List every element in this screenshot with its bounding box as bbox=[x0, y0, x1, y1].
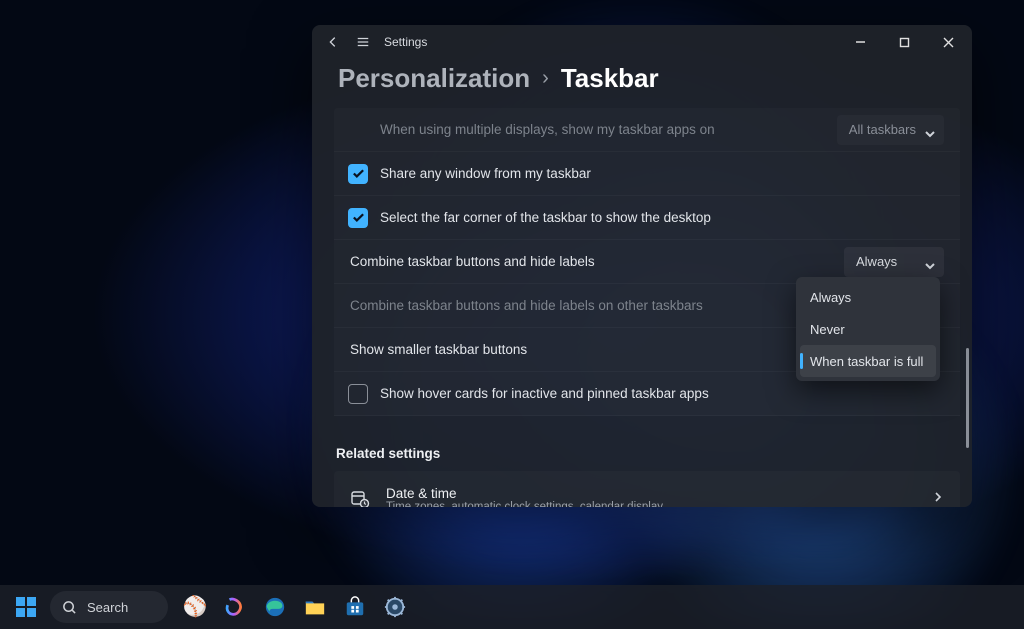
taskbar-sports-icon[interactable]: ⚾ bbox=[176, 587, 214, 627]
link-subtitle: Time zones, automatic clock settings, ca… bbox=[386, 501, 663, 508]
taskbar-search[interactable]: Search bbox=[50, 591, 168, 623]
breadcrumb-current: Taskbar bbox=[561, 63, 659, 94]
checkbox-hover-cards[interactable] bbox=[348, 384, 368, 404]
row-label: Combine taskbar buttons and hide labels bbox=[350, 254, 595, 269]
windows-logo-icon bbox=[16, 597, 36, 617]
dropdown-combine[interactable]: Always bbox=[844, 247, 944, 277]
row-share-window[interactable]: Share any window from my taskbar bbox=[334, 152, 960, 196]
row-label: Combine taskbar buttons and hide labels … bbox=[350, 298, 703, 313]
dropdown-value: All taskbars bbox=[849, 122, 916, 137]
related-settings-heading: Related settings bbox=[334, 446, 960, 471]
minimize-button[interactable] bbox=[838, 27, 882, 57]
search-placeholder: Search bbox=[87, 600, 128, 615]
taskbar-apps: ⚾ bbox=[176, 587, 414, 627]
taskbar-store-icon[interactable] bbox=[336, 587, 374, 627]
breadcrumb-parent[interactable]: Personalization bbox=[338, 63, 530, 94]
dropdown-option-never[interactable]: Never bbox=[800, 313, 936, 345]
chevron-down-icon bbox=[925, 127, 935, 142]
hamburger-icon[interactable] bbox=[348, 27, 378, 57]
taskbar-settings-icon[interactable] bbox=[376, 587, 414, 627]
start-button[interactable] bbox=[6, 587, 46, 627]
taskbar-copilot-icon[interactable] bbox=[216, 587, 254, 627]
chevron-right-icon bbox=[932, 490, 944, 507]
taskbar-explorer-icon[interactable] bbox=[296, 587, 334, 627]
dropdown-multi-displays: All taskbars bbox=[837, 115, 944, 145]
search-icon bbox=[62, 600, 77, 615]
settings-window: Settings Personalization › Taskbar When … bbox=[312, 25, 972, 507]
titlebar: Settings bbox=[312, 25, 972, 59]
calendar-clock-icon bbox=[350, 489, 370, 507]
row-multi-displays: When using multiple displays, show my ta… bbox=[334, 108, 960, 152]
dropdown-value: Always bbox=[856, 254, 897, 269]
window-title: Settings bbox=[384, 35, 427, 49]
link-date-time[interactable]: Date & time Time zones, automatic clock … bbox=[334, 471, 960, 507]
chevron-right-icon: › bbox=[542, 67, 549, 90]
row-label: When using multiple displays, show my ta… bbox=[380, 122, 715, 137]
row-label: Show smaller taskbar buttons bbox=[350, 342, 527, 357]
checkbox-far-corner[interactable] bbox=[348, 208, 368, 228]
row-label: Select the far corner of the taskbar to … bbox=[380, 210, 711, 225]
combine-dropdown-flyout: Always Never When taskbar is full bbox=[796, 277, 940, 381]
scrollbar[interactable] bbox=[966, 348, 969, 448]
checkbox-share-window[interactable] bbox=[348, 164, 368, 184]
close-button[interactable] bbox=[926, 27, 970, 57]
row-far-corner[interactable]: Select the far corner of the taskbar to … bbox=[334, 196, 960, 240]
row-label: Show hover cards for inactive and pinned… bbox=[380, 386, 709, 401]
taskbar-edge-icon[interactable] bbox=[256, 587, 294, 627]
maximize-button[interactable] bbox=[882, 27, 926, 57]
dropdown-option-always[interactable]: Always bbox=[800, 281, 936, 313]
row-label: Share any window from my taskbar bbox=[380, 166, 591, 181]
chevron-down-icon bbox=[925, 259, 935, 274]
link-title: Date & time bbox=[386, 486, 663, 501]
dropdown-option-when-full[interactable]: When taskbar is full bbox=[800, 345, 936, 377]
back-button[interactable] bbox=[318, 27, 348, 57]
taskbar: Search ⚾ bbox=[0, 585, 1024, 629]
breadcrumb: Personalization › Taskbar bbox=[312, 59, 972, 108]
